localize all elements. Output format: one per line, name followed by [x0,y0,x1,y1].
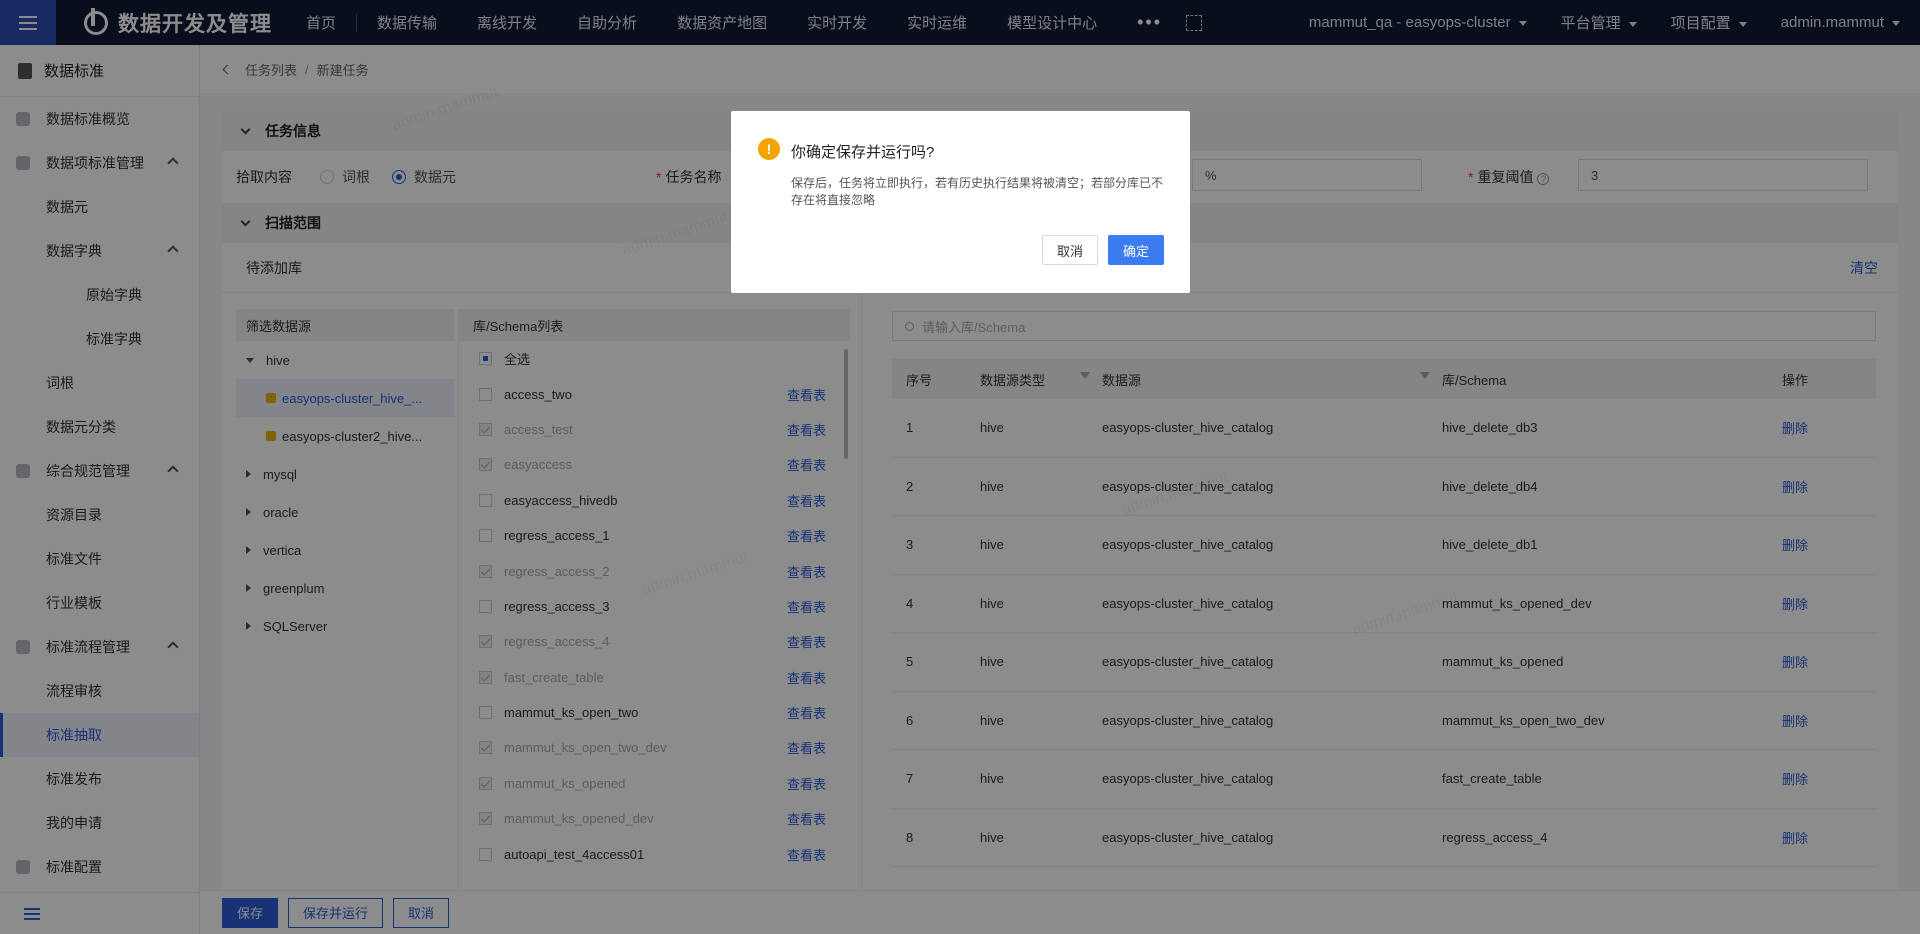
confirm-dialog: ! 你确定保存并运行吗? 保存后，任务将立即执行，若有历史执行结果将被清空；若部… [731,111,1190,293]
dialog-cancel-button[interactable]: 取消 [1041,235,1098,265]
dialog-body: 保存后，任务将立即执行，若有历史执行结果将被清空；若部分库已不存在将直接忽略 [791,176,1164,207]
dialog-ok-button[interactable]: 确定 [1107,235,1164,265]
dialog-title: 你确定保存并运行吗? [791,144,935,161]
dialog-buttons: 取消 确定 [1032,235,1164,265]
warning-icon: ! [758,138,780,160]
